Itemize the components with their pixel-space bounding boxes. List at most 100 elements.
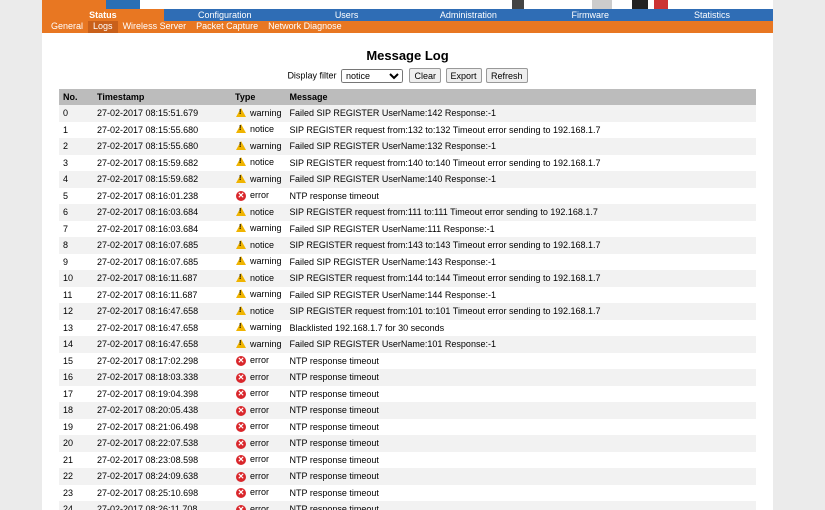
banner-device-image [512, 0, 524, 9]
cell-timestamp: 27-02-2017 08:17:02.298 [93, 352, 231, 369]
subnav-tab-wireless-server[interactable]: Wireless Server [118, 21, 192, 33]
table-row: 1227-02-2017 08:16:47.658 notice SIP REGIS… [59, 303, 756, 320]
cell-message: NTP response timeout [285, 352, 756, 369]
cell-type: warning [231, 253, 286, 270]
cell-message: NTP response timeout [285, 402, 756, 419]
cell-no: 21 [59, 451, 93, 468]
error-circle-icon: ✕ [236, 191, 246, 202]
error-circle-icon: ✕ [236, 356, 246, 367]
nav-tab-users[interactable]: Users [286, 9, 408, 21]
cell-message: SIP REGISTER request from:143 to:143 Tim… [285, 237, 756, 254]
cell-no: 8 [59, 237, 93, 254]
cell-no: 7 [59, 220, 93, 237]
subnav-tab-logs[interactable]: Logs [88, 21, 118, 33]
type-label: error [250, 437, 270, 448]
warning-triangle-icon [235, 305, 247, 317]
error-circle-icon: ✕ [235, 504, 247, 510]
warning-triangle-icon [235, 140, 247, 152]
cell-type: warning [231, 336, 286, 353]
error-circle-icon: ✕ [236, 422, 246, 433]
cell-timestamp: 27-02-2017 08:15:55.680 [93, 138, 231, 155]
display-filter-label: Display filter [287, 70, 337, 81]
cell-type: ✕ error [231, 418, 286, 435]
secondary-nav: General Logs Wireless Server Packet Capture… [42, 21, 773, 33]
table-row: 5 27-02-2017 08:16:01.238 ✕ error NTP respon… [59, 187, 756, 204]
nav-tab-firmware[interactable]: Firmware [529, 9, 651, 21]
table-row: 1427-02-2017 08:16:47.658 warningFailed S… [59, 336, 756, 353]
table-row: 627-02-2017 08:16:03.684 notice SIP REGIST… [59, 204, 756, 221]
cell-type: notice [231, 204, 286, 221]
cell-message: NTP response timeout [285, 187, 756, 204]
cell-message: Failed SIP REGISTER UserName:140 Respons… [285, 171, 756, 188]
cell-timestamp: 27-02-2017 08:15:51.679 [93, 105, 231, 122]
nav-tab-status[interactable]: Status [42, 9, 164, 21]
type-label: error [250, 355, 270, 366]
type-label: error [250, 371, 270, 382]
refresh-button[interactable]: Refresh [486, 68, 528, 83]
cell-no: 20 [59, 435, 93, 452]
table-row: 227-02-2017 08:15:55.680 warningFailed SI… [59, 138, 756, 155]
display-filter-select[interactable]: notice [340, 68, 403, 83]
cell-timestamp: 27-02-2017 08:15:59.682 [93, 171, 231, 188]
clear-button[interactable]: Clear [409, 68, 441, 83]
warning-triangle-icon [235, 124, 247, 135]
warning-triangle-icon [235, 289, 247, 300]
page-title: Message Log [366, 48, 449, 63]
cell-type: ✕ error [231, 451, 286, 468]
column-header-no: No. [59, 89, 93, 105]
table-row: 327-02-2017 08:15:59.682 notice SIP REGIST… [59, 154, 756, 171]
cell-no: 19 [59, 418, 93, 435]
table-row: 17 27-02-2017 08:19:04.398 ✕ error NTP respo… [59, 385, 756, 402]
cell-no: 2 [59, 138, 93, 155]
banner-stripe [42, 0, 106, 9]
type-label: error [250, 503, 270, 510]
error-circle-icon: ✕ [236, 389, 246, 400]
export-button[interactable]: Export [445, 68, 482, 83]
table-row: 1127-02-2017 08:16:11.687 warningFailed S… [59, 286, 756, 303]
type-label: notice [250, 272, 275, 283]
nav-tab-administration[interactable]: Administration [407, 9, 529, 21]
cell-type: warning [231, 286, 286, 303]
type-label: warning [250, 223, 282, 234]
cell-type: notice [231, 237, 286, 254]
cell-type: ✕ error [231, 187, 286, 204]
subnav-tab-general[interactable]: General [46, 21, 88, 33]
cell-type: warning [231, 138, 286, 155]
subnav-tab-network-diagnose[interactable]: Network Diagnose [263, 21, 347, 33]
cell-timestamp: 27-02-2017 08:23:08.598 [93, 451, 231, 468]
cell-message: SIP REGISTER request from:101 to:101 Tim… [285, 303, 756, 320]
warning-triangle-icon [235, 272, 247, 284]
cell-message: Failed SIP REGISTER UserName:144 Respons… [285, 286, 756, 303]
cell-type: warning [231, 319, 286, 336]
error-circle-icon: ✕ [236, 438, 246, 449]
type-label: warning [250, 289, 282, 300]
cell-no: 16 [59, 369, 93, 386]
cell-type: warning [231, 220, 286, 237]
warning-triangle-icon [235, 256, 247, 267]
cell-type: ✕ error [231, 501, 286, 510]
cell-message: Failed SIP REGISTER UserName:111 Respons… [285, 220, 756, 237]
cell-timestamp: 27-02-2017 08:24:09.638 [93, 468, 231, 485]
cell-message: Failed SIP REGISTER UserName:142 Respons… [285, 105, 756, 122]
nav-tab-configuration[interactable]: Configuration [164, 9, 286, 21]
filter-bar: Display filter notice Clear Export Refre… [42, 68, 773, 83]
type-label: error [250, 404, 270, 415]
warning-triangle-icon [235, 322, 247, 333]
cell-type: notice [231, 121, 286, 138]
subnav-tab-packet-capture[interactable]: Packet Capture [191, 21, 263, 33]
cell-timestamp: 27-02-2017 08:15:59.682 [93, 154, 231, 171]
cell-timestamp: 27-02-2017 08:19:04.398 [93, 385, 231, 402]
table-row: 16 27-02-2017 08:18:03.338 ✕ error NTP respo… [59, 369, 756, 386]
cell-no: 0 [59, 105, 93, 122]
cell-type: ✕ error [231, 369, 286, 386]
table-row: 427-02-2017 08:15:59.682 warningFailed SI… [59, 171, 756, 188]
cell-type: notice [231, 303, 286, 320]
nav-tab-statistics[interactable]: Statistics [651, 9, 773, 21]
type-label: error [250, 421, 270, 432]
table-row: 727-02-2017 08:16:03.684 warningFailed SI… [59, 220, 756, 237]
table-row: 1327-02-2017 08:16:47.658 warningBlacklis… [59, 319, 756, 336]
cell-message: Failed SIP REGISTER UserName:132 Respons… [285, 138, 756, 155]
cell-type: ✕ error [231, 402, 286, 419]
cell-timestamp: 27-02-2017 08:15:55.680 [93, 121, 231, 138]
cell-timestamp: 27-02-2017 08:16:47.658 [93, 336, 231, 353]
